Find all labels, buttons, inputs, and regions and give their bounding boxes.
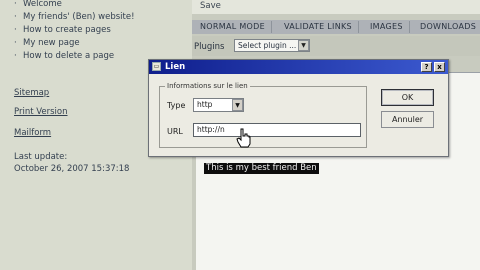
fieldset-legend: Informations sur le lien: [165, 82, 250, 90]
save-link[interactable]: Save: [200, 1, 221, 11]
bullet-icon: ·: [14, 0, 17, 9]
bullet-icon: ·: [14, 12, 17, 22]
plugins-row: Plugins Select plugin ... ▼: [192, 36, 480, 56]
sidebar-item-label: How to create pages: [23, 25, 111, 35]
mode-toolbar: NORMAL MODE VALIDATE LINKS IMAGES DOWNLO…: [192, 20, 480, 34]
plugin-select-value: Select plugin ...: [238, 41, 297, 50]
chevron-down-icon[interactable]: ▼: [298, 40, 309, 51]
chevron-down-icon[interactable]: ▼: [232, 99, 243, 111]
sidebar-item-label: How to delete a page: [23, 51, 115, 61]
selected-text[interactable]: This is my best friend Ben: [204, 163, 319, 174]
bullet-icon: ·: [14, 38, 17, 48]
link-info-fieldset: [159, 86, 367, 148]
dialog-title: Lien: [165, 62, 186, 72]
plugins-label: Plugins: [194, 42, 225, 52]
bullet-icon: ·: [14, 51, 17, 61]
hand-cursor-icon: [236, 128, 251, 148]
images-button[interactable]: IMAGES: [364, 21, 410, 33]
sidebar-item-label: My friends' (Ben) website!: [23, 12, 135, 22]
last-update-label: Last update:: [14, 152, 68, 162]
bullet-icon: ·: [14, 25, 17, 35]
sitemap-link[interactable]: Sitemap: [14, 88, 49, 98]
normal-mode-button[interactable]: NORMAL MODE: [194, 21, 272, 33]
sidebar-item-new-page[interactable]: · My new page: [14, 38, 80, 48]
dialog-titlebar[interactable]: ▭ Lien ? x: [149, 60, 448, 74]
url-input-value: http://n: [197, 125, 225, 134]
print-version-link[interactable]: Print Version: [14, 107, 68, 117]
sidebar-item-create-pages[interactable]: · How to create pages: [14, 25, 111, 35]
sidebar-item-friends-website[interactable]: · My friends' (Ben) website!: [14, 12, 135, 22]
sidebar-item-label: My new page: [23, 38, 80, 48]
type-select-value: http: [197, 100, 213, 109]
save-row: Save: [192, 0, 480, 14]
sidebar-item-label: Welcome: [23, 0, 62, 9]
sidebar-item-welcome[interactable]: · Welcome: [14, 0, 62, 9]
help-button[interactable]: ?: [421, 62, 432, 72]
validate-links-button[interactable]: VALIDATE LINKS: [278, 21, 359, 33]
last-update-value: October 26, 2007 15:37:18: [14, 164, 130, 174]
sidebar-item-delete-page[interactable]: · How to delete a page: [14, 51, 114, 61]
ok-button[interactable]: OK: [381, 89, 434, 106]
link-dialog: ▭ Lien ? x Informations sur le lien Type…: [148, 59, 449, 157]
mailform-link[interactable]: Mailform: [14, 128, 51, 138]
url-input[interactable]: http://n: [193, 123, 361, 137]
type-label: Type: [167, 101, 186, 110]
downloads-button[interactable]: DOWNLOADS: [414, 21, 480, 33]
url-label: URL: [167, 127, 183, 136]
cancel-button[interactable]: Annuler: [381, 111, 434, 128]
app-icon: ▭: [152, 62, 161, 71]
close-button[interactable]: x: [434, 62, 445, 72]
